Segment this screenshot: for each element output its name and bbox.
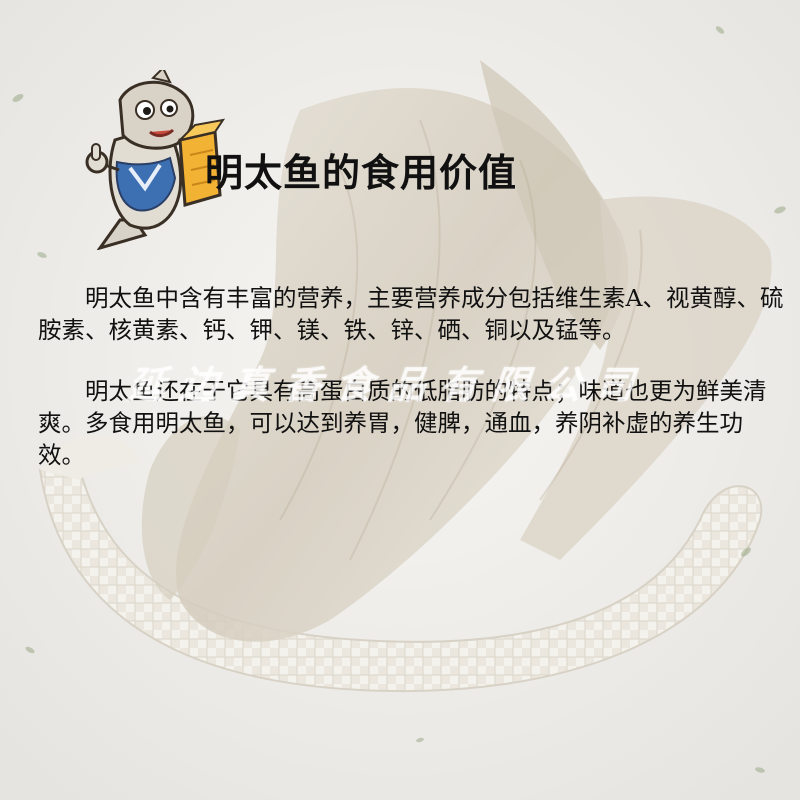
page-title: 明太鱼的食用价值 xyxy=(205,151,518,195)
fish-mascot-icon xyxy=(75,66,226,251)
company-watermark: 延边真香食品有限公司 xyxy=(125,363,650,407)
paragraph: 明太鱼中含有丰富的营养，主要营养成分包括维生素A、视黄醇、硫胺素、核黄素、钙、钾… xyxy=(38,284,784,344)
